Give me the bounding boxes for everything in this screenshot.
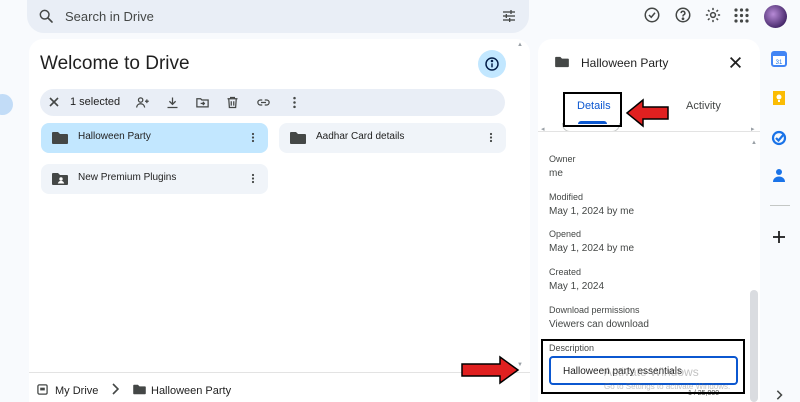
annotation-arrow-icon [625,98,669,128]
folder-icon [133,384,146,395]
folder-name: Halloween Party [78,131,151,142]
details-scrollbar[interactable] [750,290,758,402]
search-icon[interactable] [38,8,54,24]
breadcrumb-current[interactable]: Halloween Party [151,385,231,397]
help-icon[interactable] [674,6,692,24]
tasks-icon[interactable] [771,130,787,146]
more-options-icon[interactable] [485,131,497,144]
field-value: May 1, 2024 by me [549,206,635,217]
folder-icon [52,131,68,145]
more-options-icon[interactable] [247,172,259,185]
account-avatar[interactable] [764,5,787,28]
field-label: Download permissions [549,305,640,315]
offline-status-icon[interactable] [643,6,661,24]
folder-tile-halloween-party[interactable]: Halloween Party [41,123,268,153]
keep-icon[interactable] [771,90,787,106]
field-owner: Owner me [549,154,576,179]
search-input[interactable]: Search in Drive [65,9,154,24]
field-created: Created May 1, 2024 [549,267,604,292]
field-download-permissions: Download permissions Viewers can downloa… [549,305,649,330]
tab-divider [538,131,760,132]
more-options-icon[interactable] [247,131,259,144]
apps-grid-icon[interactable] [734,8,749,23]
rail-divider [770,205,790,206]
share-icon[interactable] [135,95,150,110]
svg-text:31: 31 [776,60,783,66]
selection-toolbar: 1 selected [40,89,505,116]
details-scroll-up-arrow[interactable]: ▲ [751,140,757,146]
view-details-button[interactable] [478,50,506,78]
download-icon[interactable] [165,95,180,110]
move-to-folder-icon[interactable] [195,95,210,110]
contacts-icon[interactable] [771,167,787,183]
folder-name: Aadhar Card details [316,131,405,142]
trash-icon[interactable] [225,95,240,110]
clear-selection-icon[interactable] [48,96,60,108]
search-filter-icon[interactable] [501,8,517,24]
chevron-right-icon [111,383,119,395]
folder-name: New Premium Plugins [78,172,177,183]
expand-rail-icon[interactable] [775,390,783,400]
annotation-arrow-icon [461,355,520,385]
field-opened: Opened May 1, 2024 by me [549,229,634,254]
settings-icon[interactable] [704,6,722,24]
folder-tile-new-premium-plugins[interactable]: New Premium Plugins [41,164,268,194]
details-title: Halloween Party [581,56,669,70]
field-value: me [549,168,563,179]
copy-link-icon[interactable] [256,95,271,110]
new-button-edge[interactable] [0,94,13,115]
field-label: Opened [549,229,582,239]
folder-icon [290,131,306,145]
search-bar[interactable]: Search in Drive [27,0,529,33]
field-label: Owner [549,154,576,164]
scroll-up-arrow[interactable]: ▲ [517,42,523,48]
calendar-icon[interactable]: 31 [771,51,787,67]
field-value: May 1, 2024 by me [549,243,635,254]
main-content: Welcome to Drive 1 selected Halloween Pa… [29,39,530,402]
breadcrumb-my-drive[interactable]: My Drive [55,385,98,397]
selection-count: 1 selected [70,96,121,108]
add-addon-icon[interactable] [771,229,787,245]
annotation-box-description [541,339,745,394]
field-modified: Modified May 1, 2024 by me [549,192,634,217]
field-label: Modified [549,192,584,202]
shared-folder-icon [52,172,68,186]
page-title: Welcome to Drive [40,53,190,74]
more-actions-icon[interactable] [287,95,302,110]
field-label: Created [549,267,582,277]
my-drive-icon [37,384,48,395]
side-panel-rail: 31 [762,39,800,402]
breadcrumb: My Drive Halloween Party [29,372,530,402]
field-value: May 1, 2024 [549,281,605,292]
annotation-box-details-tab [563,92,622,127]
tab-activity[interactable]: Activity [686,100,721,112]
close-icon[interactable] [729,56,742,69]
field-value: Viewers can download [549,319,649,330]
folder-icon [555,56,569,68]
folder-tile-aadhar-card-details[interactable]: Aadhar Card details [279,123,506,153]
